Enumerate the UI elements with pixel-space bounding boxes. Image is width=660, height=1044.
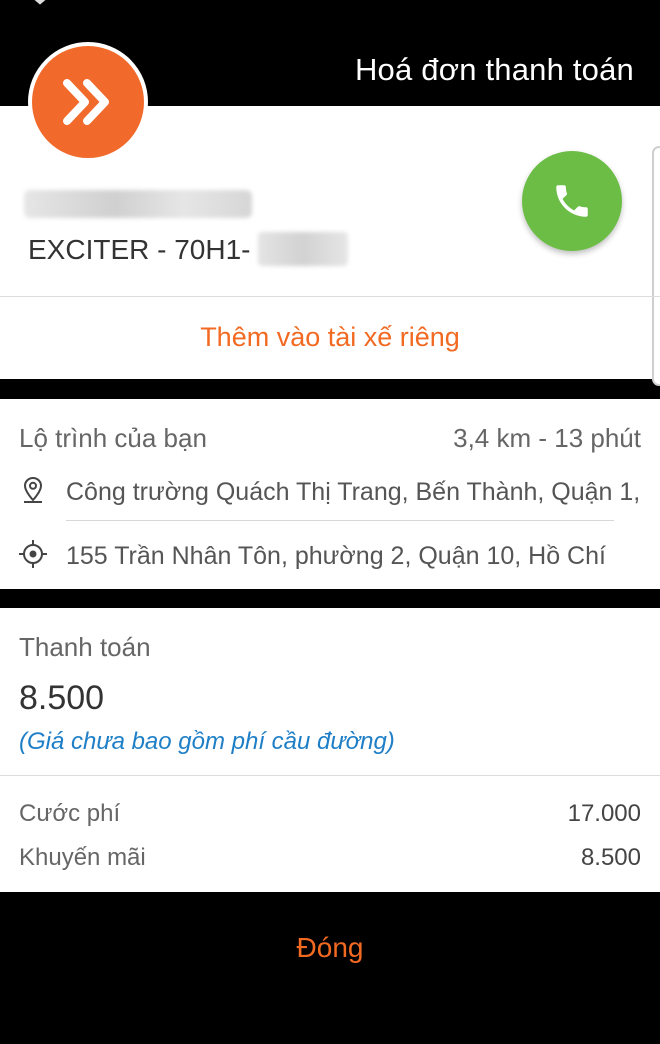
close-button[interactable]: Đóng	[0, 908, 660, 988]
pickup-address: Công trường Quách Thị Trang, Bến Thành, …	[66, 478, 641, 506]
call-driver-button[interactable]	[522, 151, 622, 251]
plate-number-blurred	[258, 232, 348, 266]
driver-vehicle: EXCITER - 70H1-	[28, 234, 251, 265]
payment-amount: 8.500	[19, 679, 105, 717]
divider	[66, 520, 614, 521]
promo-label: Khuyến mãi	[19, 844, 146, 871]
fare-label: Cước phí	[19, 800, 121, 827]
page-title: Hoá đơn thanh toán	[354, 52, 634, 87]
promo-value: 8.500	[580, 844, 641, 871]
dropoff-address: 155 Trần Nhân Tôn, phường 2, Quận 10, Hồ…	[66, 542, 606, 570]
brand-logo	[28, 42, 148, 162]
payment-note: (Giá chưa bao gồm phí cầu đường)	[19, 728, 395, 755]
payment-card: Thanh toán 8.500 (Giá chưa bao gồm phí c…	[0, 608, 660, 892]
payment-title: Thanh toán	[19, 632, 151, 662]
fare-value: 17.000	[567, 800, 641, 827]
add-private-driver-button[interactable]: Thêm vào tài xế riêng	[0, 296, 660, 379]
phone-icon	[556, 185, 588, 217]
crosshair-target-icon	[19, 540, 47, 568]
route-card: Lộ trình của bạn 3,4 km - 13 phút Công t…	[0, 399, 660, 589]
route-title: Lộ trình của bạn	[19, 423, 207, 453]
chevron-icon	[34, 0, 46, 5]
route-distance-time: 3,4 km - 13 phút	[453, 423, 641, 453]
map-pin-icon	[23, 476, 43, 503]
divider	[0, 775, 660, 776]
driver-name-blurred	[24, 190, 252, 218]
double-chevron-right-icon	[63, 79, 109, 125]
